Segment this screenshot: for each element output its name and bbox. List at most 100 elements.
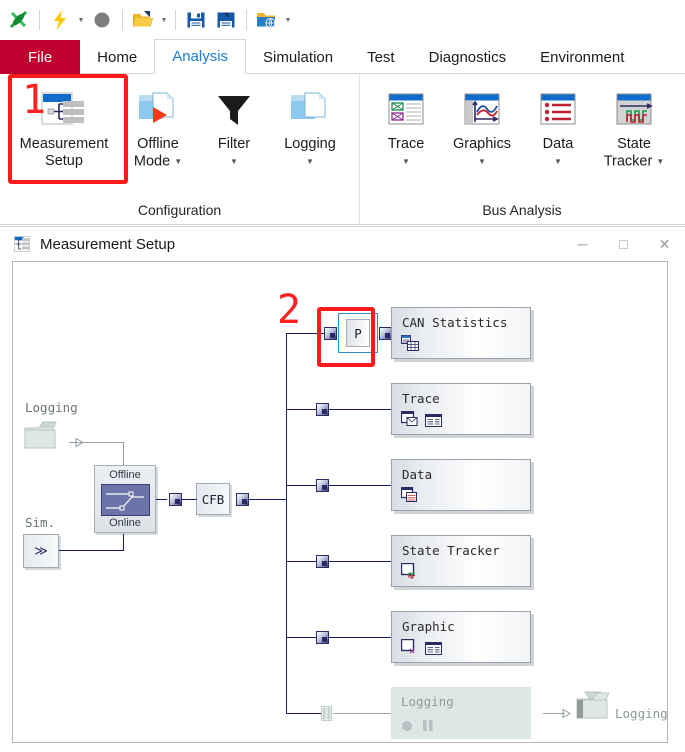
tab-file[interactable]: File: [0, 40, 81, 74]
state-tracker-dropdown-caret[interactable]: ▼: [656, 157, 664, 166]
wire-branch-6: [286, 713, 326, 714]
port-graphic[interactable]: [316, 631, 329, 644]
pause-icon[interactable]: [421, 718, 435, 732]
flash-icon[interactable]: [45, 5, 75, 35]
logging-output-folder-icon[interactable]: [571, 690, 613, 724]
block-graphic[interactable]: Graphic: [391, 611, 531, 663]
graphics-dropdown-caret[interactable]: ▼: [478, 157, 486, 166]
toolbar-separator: [39, 10, 40, 30]
p-node-label-box: P: [346, 319, 370, 347]
save-icon[interactable]: [181, 5, 211, 35]
wire-cfb-out-to-bus: [249, 499, 287, 500]
wire-folder-down: [123, 442, 124, 466]
wire-data-to-block: [329, 485, 391, 486]
port-cfb-in[interactable]: [169, 493, 182, 506]
wire-switch-to-cfb: [156, 499, 167, 500]
ribbon-group-bus-analysis-title: Bus Analysis: [482, 202, 562, 218]
measurement-setup-canvas[interactable]: Logging Offline Online Sim. ≫ CFB P CAN …: [12, 261, 668, 743]
flow-arrow-icon: [74, 437, 86, 448]
logging-source-label: Logging: [25, 400, 78, 415]
trace-icon: [386, 86, 426, 134]
data-window-icon[interactable]: [401, 487, 418, 503]
block-caption: CAN Statistics: [402, 315, 508, 330]
port-data[interactable]: [316, 479, 329, 492]
block-caption: Trace: [402, 391, 440, 406]
open-folder-icon[interactable]: [128, 5, 158, 35]
stop-icon[interactable]: [87, 5, 117, 35]
wire-logging-to-block: [333, 713, 391, 714]
graphic-window-icon[interactable]: [401, 639, 418, 655]
logging-dropdown-caret[interactable]: ▼: [306, 157, 314, 166]
tab-environment[interactable]: Environment: [523, 40, 641, 74]
folder-globe-icon[interactable]: [252, 5, 282, 35]
wire-state-tracker-to-block: [329, 561, 391, 562]
list-window-icon[interactable]: [425, 414, 442, 427]
save-as-icon[interactable]: [211, 5, 241, 35]
block-state-tracker[interactable]: State Tracker: [391, 535, 531, 587]
state-tracker-label-line2: Tracker: [603, 153, 653, 170]
statistics-table-icon[interactable]: [401, 335, 419, 351]
record-dot-icon[interactable]: [400, 718, 414, 732]
vector-logo-icon[interactable]: [4, 5, 34, 35]
state-tracker-window-icon[interactable]: [401, 563, 418, 579]
wire-sim-up: [123, 534, 124, 551]
ribbon-tab-bar: File Home Analysis Simulation Test Diagn…: [0, 39, 685, 74]
port-logging-paused[interactable]: [321, 706, 332, 721]
sim-label: Sim.: [25, 515, 56, 530]
p-node[interactable]: P: [338, 313, 378, 353]
data-button[interactable]: Data ▼: [520, 77, 596, 170]
bus-vertical-line: [286, 333, 287, 713]
flash-dropdown-caret[interactable]: ▼: [75, 6, 87, 34]
port-trace[interactable]: [316, 403, 329, 416]
logging-source-folder-icon[interactable]: [23, 420, 65, 454]
block-caption: Graphic: [402, 619, 455, 634]
cfb-node[interactable]: CFB: [196, 483, 230, 515]
minimize-button[interactable]: ─: [562, 227, 603, 261]
data-label: Data: [542, 136, 574, 152]
block-logging[interactable]: Logging: [391, 687, 531, 739]
state-tracker-label-line1: State: [617, 136, 651, 152]
close-button[interactable]: ✕: [644, 227, 685, 261]
graphics-button[interactable]: Graphics ▼: [444, 77, 520, 170]
data-dropdown-caret[interactable]: ▼: [554, 157, 562, 166]
filter-button[interactable]: Filter ▼: [196, 77, 272, 170]
tab-analysis[interactable]: Analysis: [154, 39, 247, 74]
tab-test[interactable]: Test: [350, 40, 412, 74]
logging-icon: [289, 86, 331, 134]
annotation-number-2: 2: [277, 287, 302, 333]
block-trace[interactable]: Trace: [391, 383, 531, 435]
logging-button[interactable]: Logging ▼: [272, 77, 348, 170]
trace-button[interactable]: Trace ▼: [368, 77, 444, 170]
port-cfb-out[interactable]: [236, 493, 249, 506]
filter-label: Filter: [217, 136, 251, 152]
canvas-right-border: [667, 261, 668, 743]
switch-graphic-icon: [101, 484, 150, 516]
maximize-button[interactable]: □: [603, 227, 644, 261]
toolbar-separator: [122, 10, 123, 30]
logging-label: Logging: [284, 136, 336, 152]
offline-mode-icon: [137, 86, 179, 134]
offline-mode-button[interactable]: Offline Mode ▼: [120, 77, 196, 170]
sim-node[interactable]: ≫: [23, 534, 59, 568]
port-state-tracker[interactable]: [316, 555, 329, 568]
wire-trace-to-block: [329, 409, 391, 410]
offline-mode-dropdown-caret[interactable]: ▼: [174, 157, 182, 166]
trace-dropdown-caret[interactable]: ▼: [402, 157, 410, 166]
tab-home[interactable]: Home: [80, 40, 154, 74]
customize-qat-caret[interactable]: ▼: [282, 6, 294, 34]
state-tracker-button[interactable]: State Tracker ▼: [596, 77, 672, 170]
block-caption: Data: [402, 467, 433, 482]
open-dropdown-caret[interactable]: ▼: [158, 6, 170, 34]
offline-online-switch[interactable]: Offline Online: [94, 465, 156, 533]
trace-window-icon[interactable]: [401, 411, 418, 427]
port-p-in[interactable]: [324, 327, 337, 340]
block-data[interactable]: Data: [391, 459, 531, 511]
wire-sim-right: [59, 550, 124, 551]
tab-simulation[interactable]: Simulation: [246, 40, 350, 74]
quick-access-toolbar: ▼ ▼ ▼: [0, 0, 685, 40]
filter-dropdown-caret[interactable]: ▼: [230, 157, 238, 166]
tab-diagnostics[interactable]: Diagnostics: [412, 40, 524, 74]
block-can-statistics[interactable]: CAN Statistics: [391, 307, 531, 359]
list-window-icon[interactable]: [425, 642, 442, 655]
window-controls: ─ □ ✕: [562, 227, 685, 261]
